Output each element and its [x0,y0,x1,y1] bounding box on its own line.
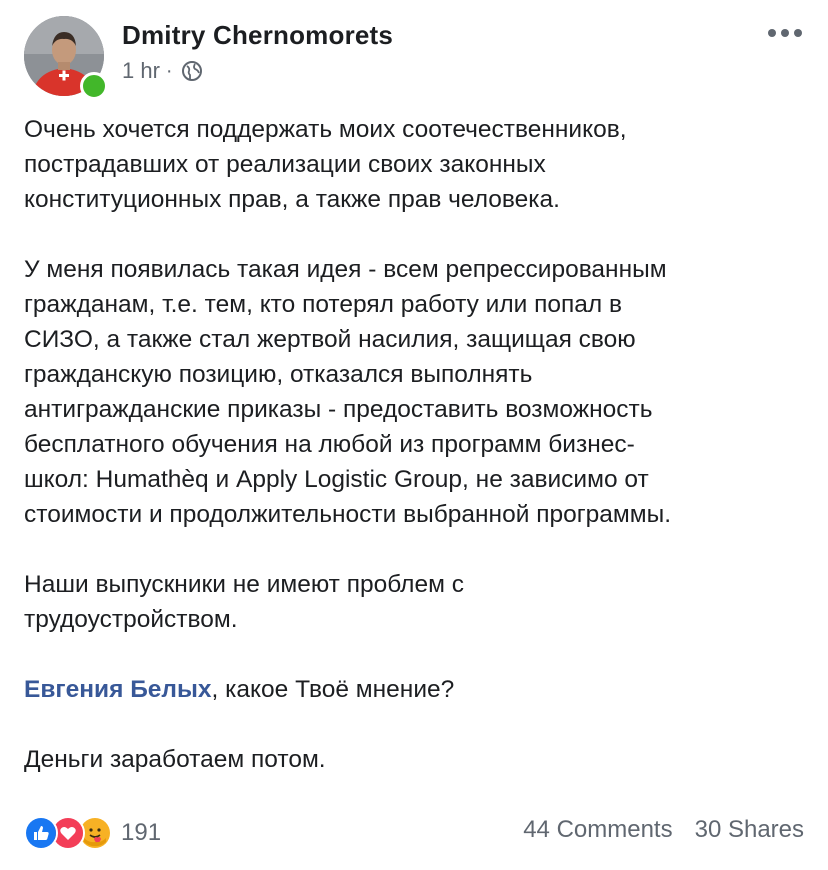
post-paragraph: Наши выпускники не имеют проблем с трудо… [24,571,464,633]
globe-icon[interactable] [181,60,203,82]
mention-text: , какое Твоё мнение? [211,676,455,703]
reactions-summary[interactable]: 191 [24,816,161,850]
more-dot [781,29,789,37]
comments-count[interactable]: 44 Comments [523,816,672,844]
shares-count[interactable]: 30 Shares [695,816,804,844]
post-header: Dmitry Chernomorets 1 hr · [24,16,804,102]
post-paragraph: Деньги заработаем потом. [24,746,326,773]
post-paragraph: Очень хочется поддержать моих соотечеств… [24,116,627,213]
more-dot [794,29,802,37]
post-body: Очень хочется поддержать моих соотечеств… [24,112,814,812]
more-options-icon[interactable] [768,26,802,40]
like-icon [24,816,58,850]
post-meta: 1 hr · [122,58,203,84]
mention-link[interactable]: Евгения Белых [24,676,212,703]
more-dot [768,29,776,37]
engagement-counts: 44 Comments 30 Shares [523,816,804,844]
online-status-dot [80,72,108,100]
author-name[interactable]: Dmitry Chernomorets [122,20,393,51]
facebook-post: Dmitry Chernomorets 1 hr · Очень хочется… [0,0,828,870]
post-paragraph: У меня появилась такая идея - всем репре… [24,256,672,528]
post-time[interactable]: 1 hr [122,58,160,84]
mention-paragraph: Евгения Белых, какое Твоё мнение? [24,672,814,707]
post-footer: 191 44 Comments 30 Shares [24,814,804,854]
reaction-count: 191 [121,819,162,846]
author-avatar[interactable] [24,16,108,100]
meta-separator: · [165,59,173,82]
